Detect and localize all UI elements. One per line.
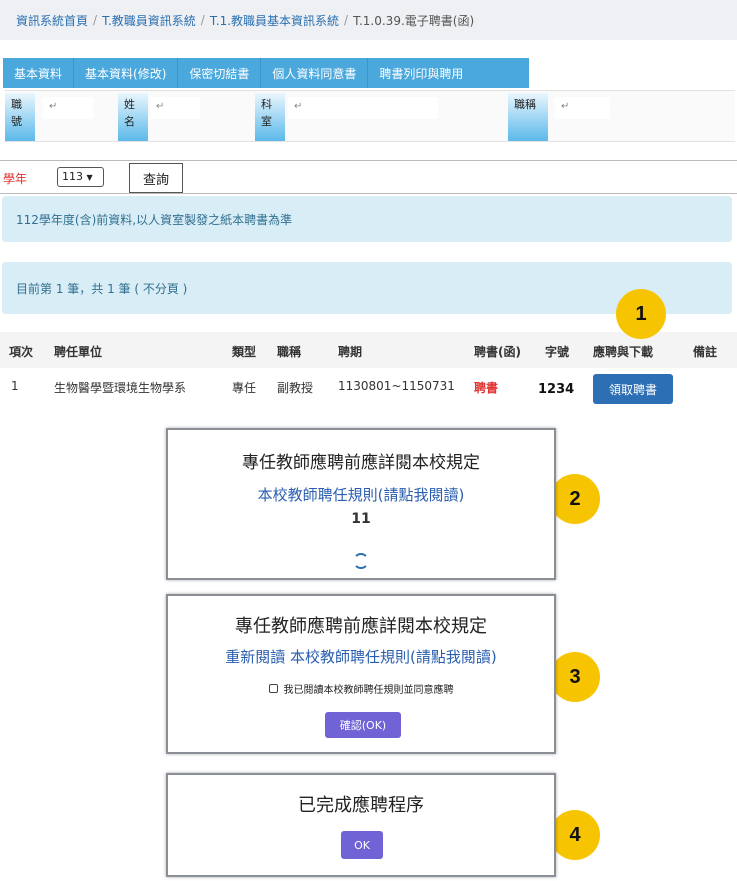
step-badge-4: 4	[550, 810, 600, 860]
value-job-title: ↵	[555, 97, 610, 119]
header-download: 應聘與下載	[593, 345, 654, 359]
agree-checkbox[interactable]	[268, 684, 278, 693]
header-note: 備註	[693, 345, 718, 359]
row-letter-link[interactable]: 聘書	[474, 379, 498, 396]
academic-year-select[interactable]: 113 ▼	[57, 167, 104, 187]
table-row: 1 生物醫學暨環境生物學系 專任 副教授 1130801~1150731 聘書 …	[0, 368, 737, 404]
row-period: 1130801~1150731	[338, 379, 455, 393]
tab-basic-info-edit[interactable]: 基本資料(修改)	[74, 58, 179, 88]
step-badge-1: 1	[616, 289, 666, 339]
query-button[interactable]: 查詢	[129, 163, 183, 193]
record-count-text: 目前第 1 筆，共 1 筆 ( 不分頁 )	[16, 281, 188, 296]
value-staff-id: ↵	[43, 97, 93, 119]
academic-year-label: 學年	[3, 172, 28, 186]
row-type: 專任	[232, 381, 257, 395]
header-letter: 聘書(函)	[474, 345, 521, 359]
breadcrumb-staff-system[interactable]: T.教職員資訊系統	[102, 12, 196, 29]
header-type: 類型	[232, 345, 257, 359]
tab-confidentiality[interactable]: 保密切結書	[178, 58, 262, 88]
header-period: 聘期	[338, 345, 363, 359]
countdown: 11	[351, 511, 371, 527]
dialog-read-rules: 專任教師應聘前應詳閱本校規定 本校教師聘任規則(請點我閱讀) 11	[166, 428, 556, 580]
header-unit: 聘任單位	[54, 345, 103, 359]
agree-checkbox-row[interactable]: 我已閱讀本校教師聘任規則並同意應聘	[168, 681, 554, 696]
dialog-title: 已完成應聘程序	[298, 795, 424, 816]
ok-button[interactable]: OK	[341, 831, 383, 859]
receive-letter-button[interactable]: 領取聘書	[593, 374, 673, 404]
rules-link[interactable]: 本校教師聘任規則(請點我閱讀)	[168, 484, 554, 505]
breadcrumb-current: T.1.0.39.電子聘書(函)	[353, 13, 475, 28]
table-header: 項次 聘任單位 類型 職稱 聘期 聘書(函) 字號 應聘與下載 備註	[0, 332, 737, 368]
tab-basic-info[interactable]: 基本資料	[3, 58, 75, 88]
row-index: 1	[11, 379, 19, 393]
tab-privacy-consent[interactable]: 個人資料同意書	[261, 58, 369, 88]
breadcrumb: 資訊系統首頁 / T.教職員資訊系統 / T.1.教職員基本資訊系統 / T.1…	[0, 0, 737, 40]
label-staff-id: 職號	[5, 93, 35, 141]
dialog-complete: 已完成應聘程序 OK	[166, 773, 556, 877]
chevron-down-icon: ▼	[86, 173, 93, 182]
breadcrumb-separator: /	[200, 13, 205, 27]
tab-appointment-letter[interactable]: 聘書列印與聘用	[368, 58, 474, 88]
step-badge-3: 3	[550, 652, 600, 702]
staff-info-bar: 職號 ↵ 姓名 ↵ 科室 ↵ 職稱 ↵	[5, 90, 735, 142]
header-index: 項次	[9, 345, 34, 359]
dialog-title: 專任教師應聘前應詳閱本校規定	[242, 453, 480, 473]
reread-rules-link[interactable]: 重新閱讀 本校教師聘任規則(請點我閱讀)	[168, 646, 554, 667]
label-name: 姓名	[118, 93, 148, 141]
label-job-title: 職稱	[508, 93, 548, 141]
query-bar: 學年 113 ▼ 查詢	[0, 160, 737, 194]
tab-bar: 基本資料 基本資料(修改) 保密切結書 個人資料同意書 聘書列印與聘用	[3, 58, 529, 88]
breadcrumb-separator: /	[93, 13, 98, 27]
agree-checkbox-label: 我已閱讀本校教師聘任規則並同意應聘	[283, 685, 454, 696]
notice-paper-letter-text: 112學年度(含)前資料,以人資室製發之紙本聘書為準	[16, 212, 293, 227]
breadcrumb-home[interactable]: 資訊系統首頁	[16, 12, 88, 29]
breadcrumb-separator: /	[344, 13, 349, 27]
dialog-agree-rules: 專任教師應聘前應詳閱本校規定 重新閱讀 本校教師聘任規則(請點我閱讀) 我已閱讀…	[166, 594, 556, 754]
dialog-title: 專任教師應聘前應詳閱本校規定	[235, 616, 487, 637]
row-number: 1234	[538, 382, 575, 397]
academic-year-value: 113	[62, 170, 83, 183]
notice-paper-letter: 112學年度(含)前資料,以人資室製發之紙本聘書為準	[2, 196, 732, 242]
breadcrumb-basic-info[interactable]: T.1.教職員基本資訊系統	[210, 12, 339, 29]
confirm-ok-button[interactable]: 確認(OK)	[325, 712, 401, 738]
loading-spinner-icon	[353, 553, 369, 569]
value-name: ↵	[150, 97, 200, 119]
row-unit: 生物醫學暨環境生物學系	[54, 381, 187, 395]
step-badge-2: 2	[550, 474, 600, 524]
header-number: 字號	[545, 345, 570, 359]
value-department: ↵	[288, 97, 438, 119]
header-title: 職稱	[277, 345, 302, 359]
label-department: 科室	[255, 93, 285, 141]
row-title: 副教授	[277, 381, 314, 395]
